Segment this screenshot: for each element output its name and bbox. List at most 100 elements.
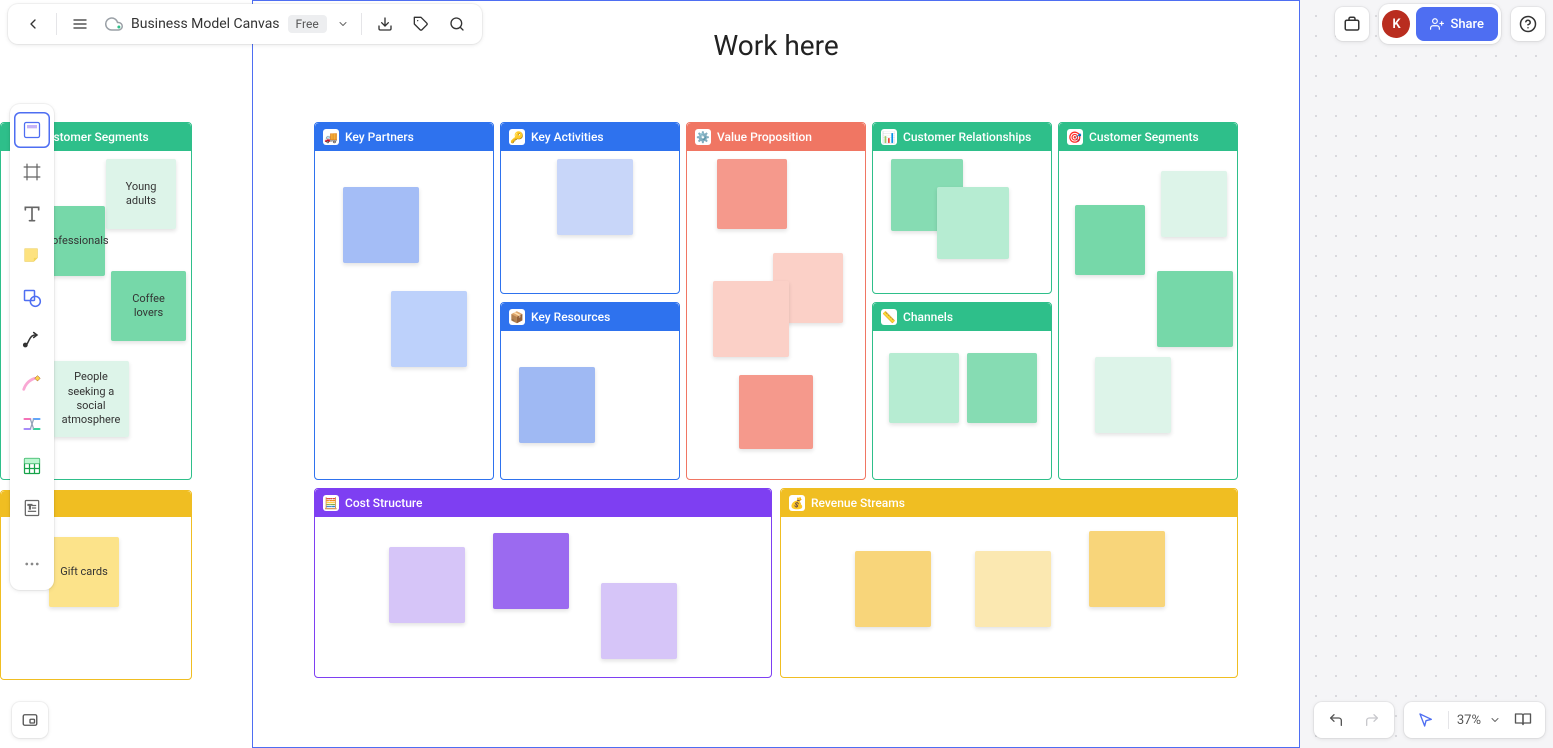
chart-icon: 📊	[881, 129, 897, 145]
sticky[interactable]	[967, 353, 1037, 423]
sticky[interactable]	[601, 583, 677, 659]
search-button[interactable]	[440, 7, 474, 41]
cloud-icon	[105, 15, 123, 33]
block-header[interactable]: 📊 Customer Relationships	[873, 123, 1051, 151]
zoom-view-group: 37%	[1404, 702, 1545, 738]
sticky[interactable]	[519, 367, 595, 443]
sticky[interactable]	[557, 159, 633, 235]
redo-button[interactable]	[1358, 712, 1386, 728]
block-header[interactable]: 📦 Key Resources	[501, 303, 679, 331]
block-body[interactable]	[873, 331, 1051, 479]
block-body[interactable]	[687, 151, 865, 479]
sticky-young-adults[interactable]: Young adults	[106, 159, 176, 229]
sticky[interactable]	[1089, 531, 1165, 607]
label: Revenue Streams	[811, 496, 905, 510]
sticky[interactable]	[389, 547, 465, 623]
plan-badge: Free	[288, 15, 327, 33]
block-body[interactable]	[781, 517, 1237, 677]
target-icon: 🎯	[1067, 129, 1083, 145]
sticky[interactable]	[855, 551, 931, 627]
sticky[interactable]	[937, 187, 1009, 259]
connector-tool[interactable]	[14, 322, 50, 358]
block-body[interactable]	[501, 331, 679, 479]
sticky-note-tool[interactable]	[14, 238, 50, 274]
zoom-level[interactable]: 37%	[1457, 713, 1481, 728]
sticky[interactable]	[391, 291, 467, 367]
sticky[interactable]	[739, 375, 813, 449]
block-header[interactable]: 🎯 Customer Segments	[1059, 123, 1237, 151]
chevron-down-icon[interactable]	[1489, 714, 1501, 726]
sticky-professionals[interactable]: Professionals	[45, 206, 105, 276]
block-key-partners[interactable]: 🚚 Key Partners	[314, 122, 494, 480]
frame-tool[interactable]	[14, 154, 50, 190]
shape-tool[interactable]	[14, 280, 50, 316]
sticky[interactable]	[717, 159, 787, 229]
share-button[interactable]: Share	[1416, 7, 1498, 41]
apps-button[interactable]	[1335, 7, 1369, 41]
sticky[interactable]	[889, 353, 959, 423]
gear-icon: ⚙️	[695, 129, 711, 145]
block-body[interactable]	[873, 151, 1051, 293]
minimap-button[interactable]	[12, 702, 48, 738]
label: Key Resources	[531, 310, 610, 324]
sticky-people-social[interactable]: People seeking a social atmosphere	[53, 361, 129, 437]
back-button[interactable]	[16, 7, 50, 41]
templates-tool[interactable]	[14, 112, 50, 148]
document-tool[interactable]: T	[14, 490, 50, 526]
block-customer-segments[interactable]: 🎯 Customer Segments	[1058, 122, 1238, 480]
left-toolbar: T	[10, 104, 54, 590]
pen-tool[interactable]	[14, 364, 50, 400]
undo-button[interactable]	[1322, 712, 1350, 728]
block-cost-structure[interactable]: 🧮 Cost Structure	[314, 488, 772, 678]
menu-button[interactable]	[63, 7, 97, 41]
sticky[interactable]	[713, 281, 789, 357]
label: Customer Relationships	[903, 130, 1031, 144]
pages-button[interactable]	[1509, 711, 1537, 729]
block-header[interactable]: 📏 Channels	[873, 303, 1051, 331]
block-value-proposition[interactable]: ⚙️ Value Proposition	[686, 122, 866, 480]
share-label: Share	[1450, 17, 1484, 32]
avatar[interactable]: K	[1382, 10, 1410, 38]
undo-redo-group	[1314, 702, 1394, 738]
sticky[interactable]	[975, 551, 1051, 627]
block-body[interactable]	[501, 151, 679, 293]
toolbar-divider	[56, 13, 57, 35]
sticky[interactable]	[343, 187, 419, 263]
block-body[interactable]	[1059, 151, 1237, 479]
ruler-icon: 📏	[881, 309, 897, 325]
money-icon: 💰	[789, 495, 805, 511]
sticky[interactable]	[1095, 357, 1171, 433]
sticky[interactable]	[1157, 271, 1233, 347]
block-body[interactable]	[315, 517, 771, 677]
sticky-gift-cards[interactable]: Gift cards	[49, 537, 119, 607]
block-header[interactable]: 🚚 Key Partners	[315, 123, 493, 151]
document-title-group[interactable]: Business Model Canvas Free	[99, 15, 355, 33]
sticky[interactable]	[1161, 171, 1227, 237]
block-revenue-streams[interactable]: 💰 Revenue Streams	[780, 488, 1238, 678]
tag-button[interactable]	[404, 7, 438, 41]
label: Customer Segments	[39, 130, 149, 144]
more-tools[interactable]	[14, 546, 50, 582]
block-header[interactable]: 💰 Revenue Streams	[781, 489, 1237, 517]
truck-icon: 🚚	[323, 129, 339, 145]
block-header[interactable]: ⚙️ Value Proposition	[687, 123, 865, 151]
block-header[interactable]: 🧮 Cost Structure	[315, 489, 771, 517]
block-channels[interactable]: 📏 Channels	[872, 302, 1052, 480]
label: Key Partners	[345, 130, 414, 144]
block-body[interactable]	[315, 151, 493, 479]
sticky[interactable]	[493, 533, 569, 609]
pointer-mode-button[interactable]	[1412, 712, 1440, 728]
block-header[interactable]: 🔑 Key Activities	[501, 123, 679, 151]
block-customer-relationships[interactable]: 📊 Customer Relationships	[872, 122, 1052, 294]
integrations-tool[interactable]	[14, 406, 50, 442]
table-tool[interactable]	[14, 448, 50, 484]
label: Channels	[903, 310, 953, 324]
help-button[interactable]	[1511, 7, 1545, 41]
sticky[interactable]	[1075, 205, 1145, 275]
text-tool[interactable]	[14, 196, 50, 232]
sticky-coffee-lovers[interactable]: Coffee lovers	[111, 271, 186, 341]
download-button[interactable]	[368, 7, 402, 41]
block-key-resources[interactable]: 📦 Key Resources	[500, 302, 680, 480]
chevron-down-icon[interactable]	[337, 18, 349, 30]
block-key-activities[interactable]: 🔑 Key Activities	[500, 122, 680, 294]
